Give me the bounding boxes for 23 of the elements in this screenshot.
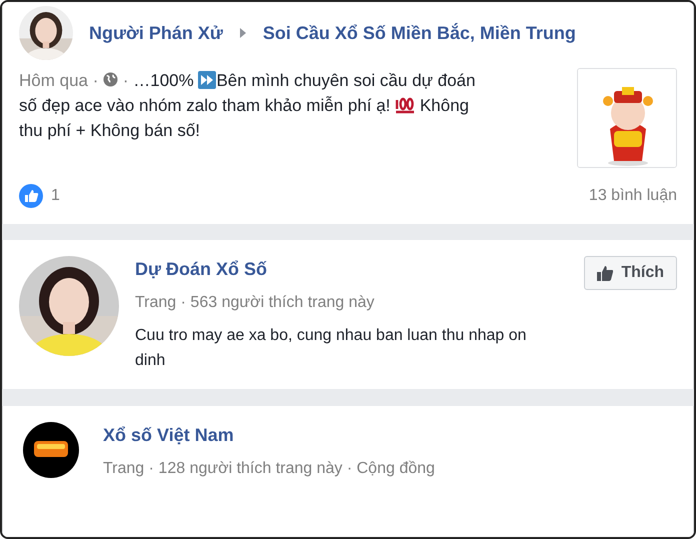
separator: · — [122, 71, 129, 90]
hundred-points-icon — [395, 96, 416, 114]
post-text: số đẹp ace vào nhóm zalo tham khảo miễn phí ạ! — [19, 96, 392, 115]
post-text: Bên mình chuyên soi cầu dự đoán — [216, 71, 476, 90]
page-meta: Trang · 128 người thích trang này · Cộng đồng — [103, 459, 436, 479]
post-time[interactable]: Hôm qua · — [19, 71, 98, 90]
post-text: thu phí + Không bán số! — [19, 121, 200, 140]
like-page-button[interactable]: Thích — [584, 256, 677, 290]
like-icon[interactable] — [19, 184, 43, 208]
page-name[interactable]: Xổ số Việt Nam — [103, 422, 677, 449]
comment-count[interactable]: 13 bình luận — [588, 184, 677, 208]
post-text: …100% — [133, 71, 195, 90]
page-meta: Trang · 563 người thích trang này — [135, 293, 376, 313]
author-link[interactable]: Người Phán Xử — [89, 20, 223, 46]
thumbs-up-icon — [597, 265, 614, 281]
caret-icon — [238, 28, 247, 38]
post-text: Không — [418, 96, 470, 115]
like-count: 1 — [51, 186, 60, 206]
page-name[interactable]: Dự Đoán Xổ Số — [135, 256, 568, 283]
page-description: Cuu tro may ae xa bo, cung nhau ban luan thu nhap on dinh — [135, 326, 528, 371]
globe-icon — [103, 72, 118, 87]
fast-forward-icon — [198, 71, 216, 89]
group-link[interactable]: Soi Cầu Xổ Số Miền Bắc, Miền Trung — [262, 20, 576, 46]
